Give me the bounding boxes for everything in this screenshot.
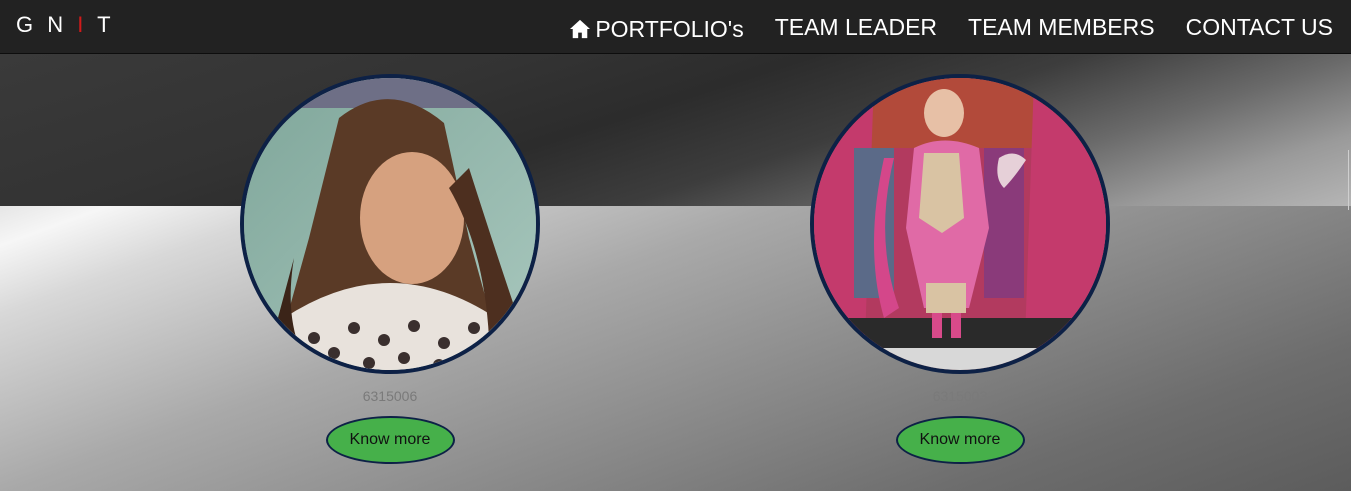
- member-photo: [240, 74, 540, 374]
- brand-letters: G N: [16, 12, 78, 37]
- know-more-button[interactable]: Know more: [895, 416, 1025, 464]
- dark-banner-band: [0, 54, 1351, 206]
- brand-letters-end: T: [87, 12, 115, 37]
- edge-divider: [1348, 150, 1349, 210]
- member-roll-number: 6315006: [362, 388, 418, 404]
- member-card: 6315006 Know more: [240, 74, 540, 464]
- member-photo: [810, 74, 1110, 374]
- nav-item-portfolio[interactable]: PORTFOLIO's: [569, 15, 744, 43]
- home-icon: [570, 19, 591, 39]
- portrait-image: [814, 78, 1106, 370]
- nav-item-team-members[interactable]: TEAM MEMBERS: [968, 14, 1155, 41]
- nav-menu: PORTFOLIO's TEAM LEADER TEAM MEMBERS CON…: [569, 0, 1333, 54]
- member-card: 6315003 Know more: [810, 74, 1110, 464]
- nav-item-portfolio-label: PORTFOLIO's: [595, 15, 744, 42]
- nav-item-team-leader[interactable]: TEAM LEADER: [775, 14, 937, 41]
- portrait-image: [244, 78, 536, 370]
- know-more-button[interactable]: Know more: [325, 416, 455, 464]
- brand-logo[interactable]: G N I T: [16, 12, 115, 38]
- brand-accent-letter: I: [77, 12, 88, 37]
- top-navbar: G N I T PORTFOLIO's TEAM LEADER TEAM MEM…: [0, 0, 1351, 54]
- member-roll-number: 6315003: [932, 388, 988, 404]
- nav-item-contact-us[interactable]: CONTACT US: [1186, 14, 1333, 41]
